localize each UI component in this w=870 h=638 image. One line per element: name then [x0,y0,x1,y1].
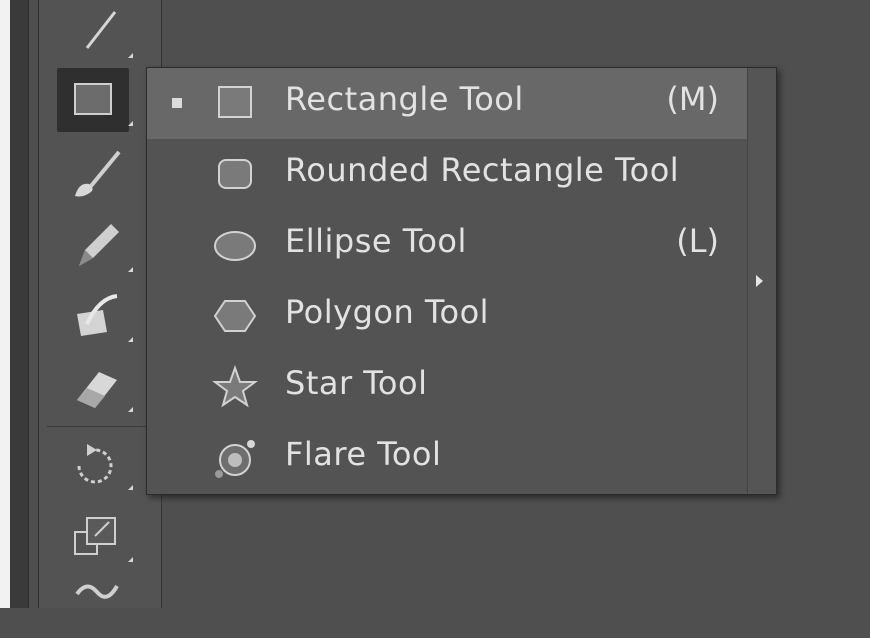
menu-item-shortcut: (L) [676,222,719,260]
shape-tools-flyout: Rectangle Tool (M) Rounded Rectangle Too… [146,67,777,495]
submenu-indicator [128,485,133,490]
rectangle-icon [74,83,112,115]
line-segment-tool[interactable] [57,0,133,64]
eraser-tool[interactable] [57,354,133,418]
polygon-icon [213,300,257,332]
scale-tool[interactable] [57,504,133,568]
menu-item-ellipse-tool[interactable]: Ellipse Tool (L) [147,210,747,281]
eraser-icon [77,372,117,408]
menu-item-label: Ellipse Tool [285,222,467,260]
rotate-icon [77,444,113,484]
submenu-indicator [128,121,133,126]
tearoff-arrow-icon [756,275,763,287]
submenu-indicator [128,53,133,58]
submenu-indicator [128,337,133,342]
current-tool-indicator [172,98,182,108]
shaper-icon [77,294,118,336]
paintbrush-icon [75,150,121,197]
star-icon [212,365,258,408]
ellipse-icon [214,231,256,261]
menu-item-label: Rounded Rectangle Tool [285,151,680,189]
tearoff-button[interactable] [747,68,776,494]
pencil-tool[interactable] [57,214,133,278]
window-edge [0,0,29,608]
menu-item-label: Polygon Tool [285,293,490,331]
flyout-menu: Rectangle Tool (M) Rounded Rectangle Too… [147,68,747,494]
menu-item-flare-tool[interactable]: Flare Tool [147,423,747,494]
paintbrush-tool[interactable] [57,142,129,206]
menu-item-rectangle-tool[interactable]: Rectangle Tool (M) [147,68,747,139]
tools-panel [38,0,162,608]
menu-item-label: Rectangle Tool [285,80,524,118]
line-segment-icon [85,11,117,49]
submenu-indicator [128,267,133,272]
menu-item-shortcut: (M) [666,80,719,118]
submenu-indicator [128,407,133,412]
rectangle-icon [218,86,252,118]
menu-item-rounded-rectangle-tool[interactable]: Rounded Rectangle Tool [147,139,747,210]
menu-item-label: Star Tool [285,364,428,402]
rotate-tool[interactable] [57,432,133,496]
rounded-rectangle-icon [218,159,252,189]
pencil-icon [79,224,119,266]
width-tool[interactable] [57,574,129,638]
scale-icon [74,517,116,555]
toolbar-divider [47,426,155,427]
width-icon [75,584,119,599]
menu-item-star-tool[interactable]: Star Tool [147,352,747,423]
flare-icon [215,440,255,478]
shaper-tool[interactable] [57,284,133,348]
menu-item-polygon-tool[interactable]: Polygon Tool [147,281,747,352]
menu-item-label: Flare Tool [285,435,442,473]
submenu-indicator [128,557,133,562]
rectangle-tool[interactable] [57,68,133,132]
